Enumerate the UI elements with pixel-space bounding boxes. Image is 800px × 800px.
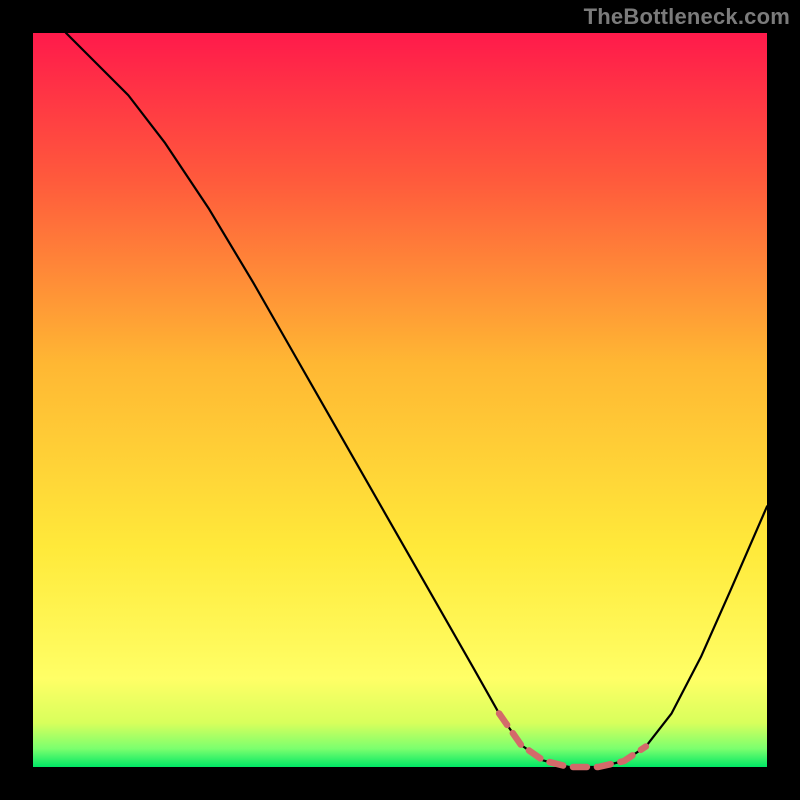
chart-container: TheBottleneck.com	[0, 0, 800, 800]
plot-background	[33, 33, 767, 767]
bottleneck-chart	[0, 0, 800, 800]
attribution-label: TheBottleneck.com	[584, 4, 790, 30]
